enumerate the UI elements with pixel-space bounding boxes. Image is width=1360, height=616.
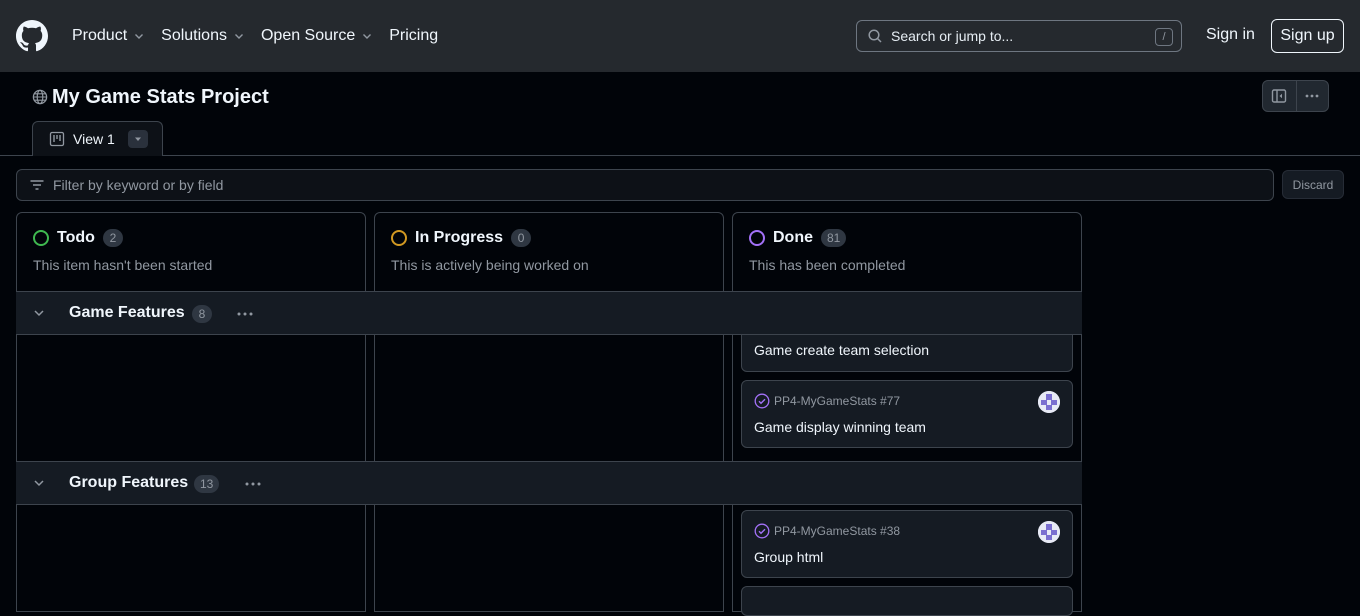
- column-title: Todo: [57, 229, 95, 246]
- group-count: 13: [194, 475, 220, 493]
- chevron-down-icon[interactable]: [32, 476, 46, 490]
- tab-view-1[interactable]: View 1: [32, 121, 163, 156]
- status-circle-icon: [391, 230, 407, 246]
- identicon-icon: [1038, 521, 1060, 543]
- triangle-down-icon: [135, 137, 141, 141]
- card-meta: PP4-MyGameStats #38: [754, 523, 900, 539]
- card-reference[interactable]: PP4-MyGameStats #77: [774, 394, 900, 408]
- nav-open-source-label: Open Source: [260, 27, 356, 44]
- tab-view-label: View 1: [73, 131, 115, 147]
- tabs-divider: [0, 155, 1360, 156]
- column-description: This is actively being worked on: [391, 257, 589, 273]
- sidebar-expand-icon: [1272, 89, 1287, 103]
- status-circle-icon: [33, 230, 49, 246]
- nav-pricing[interactable]: Pricing: [389, 27, 438, 45]
- column-title: In Progress: [415, 229, 504, 246]
- chevron-down-icon: [135, 34, 144, 39]
- project-board-icon: [49, 131, 65, 147]
- assignee-avatar[interactable]: [1038, 391, 1060, 413]
- top-header: Product Solutions Open Source Pricing Se…: [0, 0, 1360, 72]
- github-logo-icon[interactable]: [16, 20, 48, 52]
- sign-in-link[interactable]: Sign in: [1206, 26, 1255, 44]
- card-item[interactable]: PP4-MyGameStats #77 Game display winning…: [741, 380, 1073, 448]
- column-title: Done: [773, 229, 813, 246]
- chevron-down-icon: [234, 34, 243, 39]
- nav-pricing-label: Pricing: [389, 27, 439, 44]
- nav-solutions-label: Solutions: [161, 27, 227, 44]
- globe-icon: [32, 89, 48, 105]
- project-title: My Game Stats Project: [52, 86, 269, 108]
- kebab-horizontal-icon[interactable]: [243, 475, 263, 493]
- filter-input[interactable]: Filter by keyword or by field: [16, 169, 1274, 201]
- search-placeholder: Search or jump to...: [891, 28, 1014, 44]
- card-reference[interactable]: PP4-MyGameStats #38: [774, 524, 900, 538]
- card-title[interactable]: Game create team selection: [754, 342, 929, 358]
- kebab-horizontal-icon: [1305, 94, 1319, 98]
- sign-up-button[interactable]: Sign up: [1271, 19, 1344, 53]
- column-header: In Progress 0: [391, 229, 532, 247]
- card-title[interactable]: Game display winning team: [754, 419, 926, 435]
- group-row-group-features[interactable]: Group Features 13: [16, 461, 1082, 505]
- group-row-game-features[interactable]: Game Features 8: [16, 291, 1082, 335]
- nav-product[interactable]: Product: [72, 27, 145, 45]
- chevron-down-icon[interactable]: [32, 306, 46, 320]
- more-options-button[interactable]: [1295, 81, 1329, 111]
- identicon-icon: [1038, 391, 1060, 413]
- column-count: 2: [102, 229, 123, 247]
- project-actions: [1262, 80, 1329, 112]
- filter-placeholder: Filter by keyword or by field: [53, 177, 224, 193]
- search-shortcut-key: /: [1155, 28, 1173, 46]
- column-count: 0: [511, 229, 532, 247]
- assignee-avatar[interactable]: [1038, 521, 1060, 543]
- column-header: Done 81: [749, 229, 847, 247]
- issue-closed-icon: [754, 393, 770, 409]
- column-description: This has been completed: [749, 257, 906, 273]
- discard-button[interactable]: Discard: [1282, 170, 1344, 199]
- main-nav: Product Solutions Open Source Pricing: [72, 0, 454, 72]
- group-title: Group Features: [69, 474, 189, 491]
- column-in-progress: In Progress 0 This is actively being wor…: [374, 212, 724, 612]
- status-circle-icon: [749, 230, 765, 246]
- group-count: 8: [192, 305, 212, 323]
- filter-icon: [30, 180, 44, 190]
- view-options-button[interactable]: [128, 130, 148, 148]
- search-icon: [868, 29, 882, 43]
- card-title[interactable]: Group html: [754, 549, 823, 565]
- search-input[interactable]: Search or jump to... /: [856, 20, 1182, 52]
- group-title: Game Features: [69, 304, 185, 321]
- column-header: Todo 2: [33, 229, 123, 247]
- nav-open-source[interactable]: Open Source: [261, 27, 373, 45]
- card-item[interactable]: [741, 586, 1073, 616]
- kebab-horizontal-icon[interactable]: [235, 305, 255, 323]
- chevron-down-icon: [363, 34, 372, 39]
- nav-solutions[interactable]: Solutions: [161, 27, 245, 45]
- issue-closed-icon: [754, 523, 770, 539]
- column-todo: Todo 2 This item hasn't been started: [16, 212, 366, 612]
- card-item[interactable]: PP4-MyGameStats #38 Group html: [741, 510, 1073, 578]
- column-count: 81: [821, 229, 847, 247]
- card-meta: PP4-MyGameStats #77: [754, 393, 900, 409]
- toggle-sidebar-button[interactable]: [1263, 81, 1296, 111]
- nav-product-label: Product: [72, 27, 128, 44]
- column-description: This item hasn't been started: [33, 257, 213, 273]
